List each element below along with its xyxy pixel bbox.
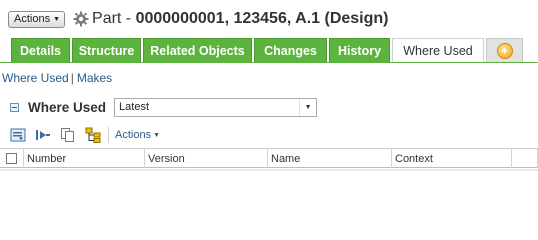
where-used-section-header: Where Used Latest ▼: [10, 97, 318, 117]
select-all-cell: [0, 149, 24, 168]
structure-icon[interactable]: [85, 127, 101, 143]
subnav-where-used-link[interactable]: Where Used: [2, 71, 69, 85]
column-header-name[interactable]: Name: [268, 149, 392, 168]
table-toolbar: Actions ▼: [10, 126, 160, 144]
subnav-makes-link[interactable]: Makes: [77, 71, 112, 85]
subnav-separator: |: [70, 71, 74, 85]
page-header: Actions ▼ Part - 0000000001, 123456, A.1…: [8, 8, 388, 30]
tab-label: History: [337, 43, 382, 58]
copy-icon[interactable]: [60, 127, 76, 143]
filter-select[interactable]: Latest ▼: [114, 97, 318, 117]
column-header-number[interactable]: Number: [24, 149, 145, 168]
tab-bar: Details Structure Related Objects Change…: [11, 38, 525, 62]
tab-related-objects[interactable]: Related Objects: [143, 38, 252, 62]
collapse-icon[interactable]: [10, 102, 19, 112]
tab-where-used[interactable]: Where Used: [392, 38, 484, 62]
select-all-checkbox[interactable]: [6, 153, 17, 164]
table-header: Number Version Name Context: [0, 149, 538, 168]
actions-menu-label: Actions: [14, 13, 51, 25]
tab-changes[interactable]: Changes: [254, 38, 327, 62]
tab-label: Changes: [264, 43, 317, 58]
add-tab-button[interactable]: +: [486, 38, 523, 62]
sub-navigation: Where Used | Makes: [2, 71, 112, 85]
tab-details[interactable]: Details: [11, 38, 70, 62]
expand-all-icon[interactable]: [10, 127, 26, 143]
add-tab-icon: +: [496, 42, 513, 59]
page-title: Part - 0000000001, 123456, A.1 (Design): [92, 10, 388, 28]
tab-history[interactable]: History: [329, 38, 390, 62]
dropdown-arrow-icon[interactable]: ▼: [299, 98, 316, 116]
filter-select-value: Latest: [119, 101, 149, 113]
chevron-down-icon: ▼: [53, 15, 61, 23]
column-header-context[interactable]: Context: [392, 149, 512, 168]
object-identity: 0000000001, 123456, A.1 (Design): [135, 10, 389, 27]
tab-strip-divider: [0, 62, 538, 63]
column-header-extra[interactable]: [512, 149, 538, 168]
tab-structure[interactable]: Structure: [72, 38, 141, 62]
tab-label: Related Objects: [150, 43, 245, 58]
column-header-version[interactable]: Version: [145, 149, 268, 168]
tab-label: Details: [20, 43, 61, 58]
tab-label: Where Used: [403, 43, 473, 58]
toolbar-actions-menu[interactable]: Actions ▼: [115, 129, 160, 141]
chevron-down-icon: ▼: [153, 131, 161, 139]
toolbar-separator: [108, 127, 109, 143]
toolbar-actions-label: Actions: [115, 129, 152, 141]
expand-one-icon[interactable]: [35, 127, 51, 143]
section-title: Where Used: [28, 99, 107, 115]
tab-label: Structure: [78, 43, 135, 58]
object-type-label: Part -: [92, 10, 136, 27]
gear-icon: [73, 11, 89, 27]
table-header-shadow: [0, 169, 538, 171]
actions-menu-button[interactable]: Actions ▼: [8, 10, 66, 28]
